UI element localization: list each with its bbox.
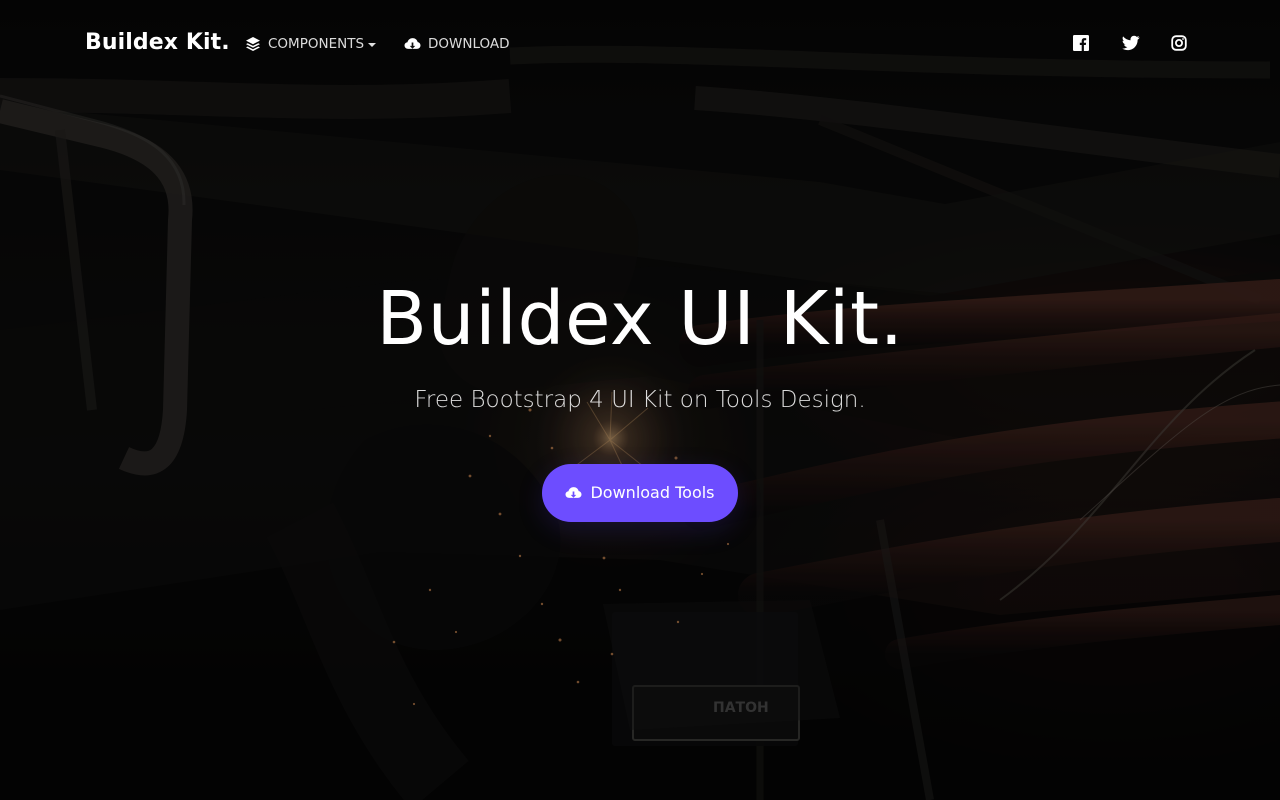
twitter-icon[interactable]	[1122, 35, 1140, 52]
hero-title: Buildex UI Kit.	[376, 276, 904, 362]
cloud-download-icon	[565, 485, 582, 501]
layers-icon	[244, 36, 261, 53]
download-nav-link[interactable]: DOWNLOAD	[404, 31, 510, 57]
hero-section: ПАТОН Buildex Kit. COMPONENTS DOWNLOAD B…	[0, 0, 1280, 800]
download-label: DOWNLOAD	[428, 36, 510, 52]
top-navbar: Buildex Kit. COMPONENTS DOWNLOAD	[0, 0, 1280, 86]
cloud-download-icon	[404, 36, 421, 53]
brand-logo-link[interactable]: Buildex Kit.	[85, 29, 230, 57]
hero-subtitle: Free Bootstrap 4 UI Kit on Tools Design.	[414, 387, 866, 413]
welder-brand-label: ПАТОН	[713, 700, 769, 716]
download-tools-label: Download Tools	[590, 483, 715, 502]
hero-content: Buildex UI Kit. Free Bootstrap 4 UI Kit …	[0, 266, 1280, 415]
social-links	[1073, 32, 1188, 54]
facebook-icon[interactable]	[1073, 34, 1090, 52]
components-dropdown[interactable]: COMPONENTS	[244, 31, 377, 57]
download-tools-button[interactable]: Download Tools	[542, 464, 738, 522]
chevron-down-icon	[368, 43, 377, 47]
components-label: COMPONENTS	[268, 36, 365, 52]
instagram-icon[interactable]	[1171, 34, 1188, 52]
